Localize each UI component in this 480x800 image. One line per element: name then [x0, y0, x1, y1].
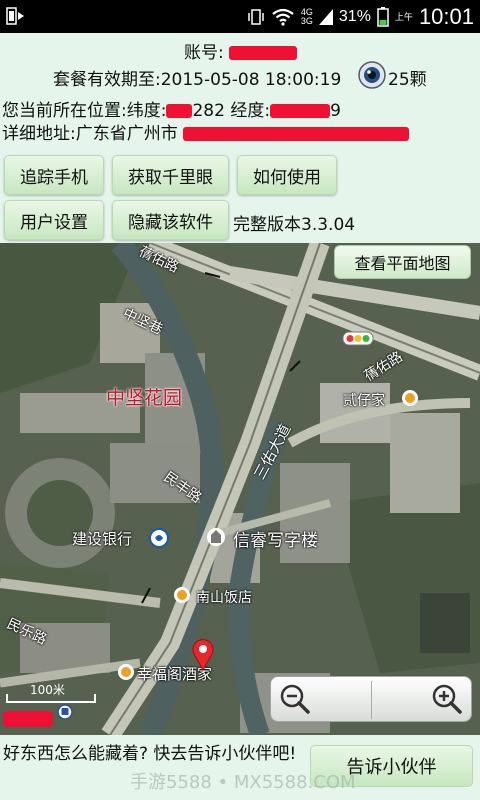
account-redacted [229, 46, 298, 60]
zoom-out-icon[interactable] [279, 683, 311, 715]
bus-stop-icon [57, 704, 73, 720]
how-to-use-button[interactable]: 如何使用 [237, 155, 337, 195]
view-plain-map-button[interactable]: 查看平面地图 [334, 245, 471, 279]
building-icon [207, 528, 225, 546]
clock: 10:01 [418, 3, 474, 29]
network-type-label: 4G 3G [300, 6, 313, 26]
map-label-poi: 南山饭店 [196, 590, 252, 606]
eye-icon[interactable] [357, 60, 387, 90]
address-row: 详细地址:广东省广州市 [2, 119, 410, 144]
map-imagery [0, 243, 480, 735]
map-label-poi: 贰仔家 [343, 393, 385, 409]
status-right: 4G 3G 31% 上午 10:01 [247, 0, 474, 33]
address-redacted [183, 127, 410, 141]
am-pm-label: 上午 [394, 12, 413, 22]
account-label: 账号: [184, 43, 224, 63]
get-eye-button[interactable]: 获取千里眼 [112, 155, 229, 195]
plan-row: 套餐有效期至:2015-05-08 18:00:19 [53, 65, 341, 90]
battery-icon [377, 6, 389, 27]
position-row: 您当前所在位置:纬度: 282 经度: 9 [2, 96, 341, 121]
latitude-value: 282 [192, 101, 225, 121]
account-row: 账号: [184, 38, 298, 63]
restaurant-icon [402, 390, 418, 406]
longitude-value: 9 [330, 101, 341, 121]
status-bar: 4G 3G 31% 上午 10:01 [0, 0, 480, 33]
wifi-icon [272, 8, 294, 26]
longitude-redacted [270, 104, 331, 118]
latitude-redacted [166, 104, 193, 118]
bank-icon [149, 528, 169, 548]
eye-count: 25颗 [388, 70, 427, 90]
plan-expiry: 套餐有效期至:2015-05-08 18:00:19 [53, 70, 342, 90]
signal-icon [318, 8, 333, 25]
satellite-map[interactable]: 中坚巷 中坚花园 民丰路 建设银行 信睿写字楼 南山饭店 幸福阁酒家 民乐路 蒨… [0, 243, 480, 735]
map-label-poi: 信睿写字楼 [233, 531, 318, 551]
zoom-in-icon[interactable] [431, 683, 463, 715]
user-settings-button[interactable]: 用户设置 [4, 200, 104, 240]
map-scale-label: 100米 [30, 683, 65, 697]
zoom-divider [371, 681, 372, 719]
restaurant-icon [118, 664, 134, 680]
info-panel: 账号: 套餐有效期至:2015-05-08 18:00:19 25颗 您当前所在… [0, 33, 480, 243]
zoom-control [270, 676, 472, 722]
watermark: 手游5588 • MX5588.COM [130, 772, 356, 793]
map-label-poi: 建设银行 [72, 530, 133, 548]
restaurant-icon [174, 587, 190, 603]
app-notification-icon [6, 7, 24, 25]
location-pin-icon[interactable] [191, 637, 215, 671]
share-prompt: 好东西怎么能藏着? 快去告诉小伙伴吧! [3, 744, 297, 764]
vibrate-icon [248, 8, 264, 25]
track-phone-button[interactable]: 追踪手机 [4, 155, 104, 195]
latitude-label: 您当前所在位置:纬度: [2, 101, 167, 121]
hide-app-button[interactable]: 隐藏该软件 [112, 200, 229, 240]
map-label-poi: 中坚花园 [106, 387, 183, 409]
version-label: 完整版本3.3.04 [233, 215, 356, 235]
longitude-label: 经度: [224, 101, 271, 121]
map-logo-redacted [3, 711, 53, 727]
address-label: 详细地址:广东省广州市 [2, 124, 178, 144]
battery-percent: 31% [338, 7, 371, 25]
